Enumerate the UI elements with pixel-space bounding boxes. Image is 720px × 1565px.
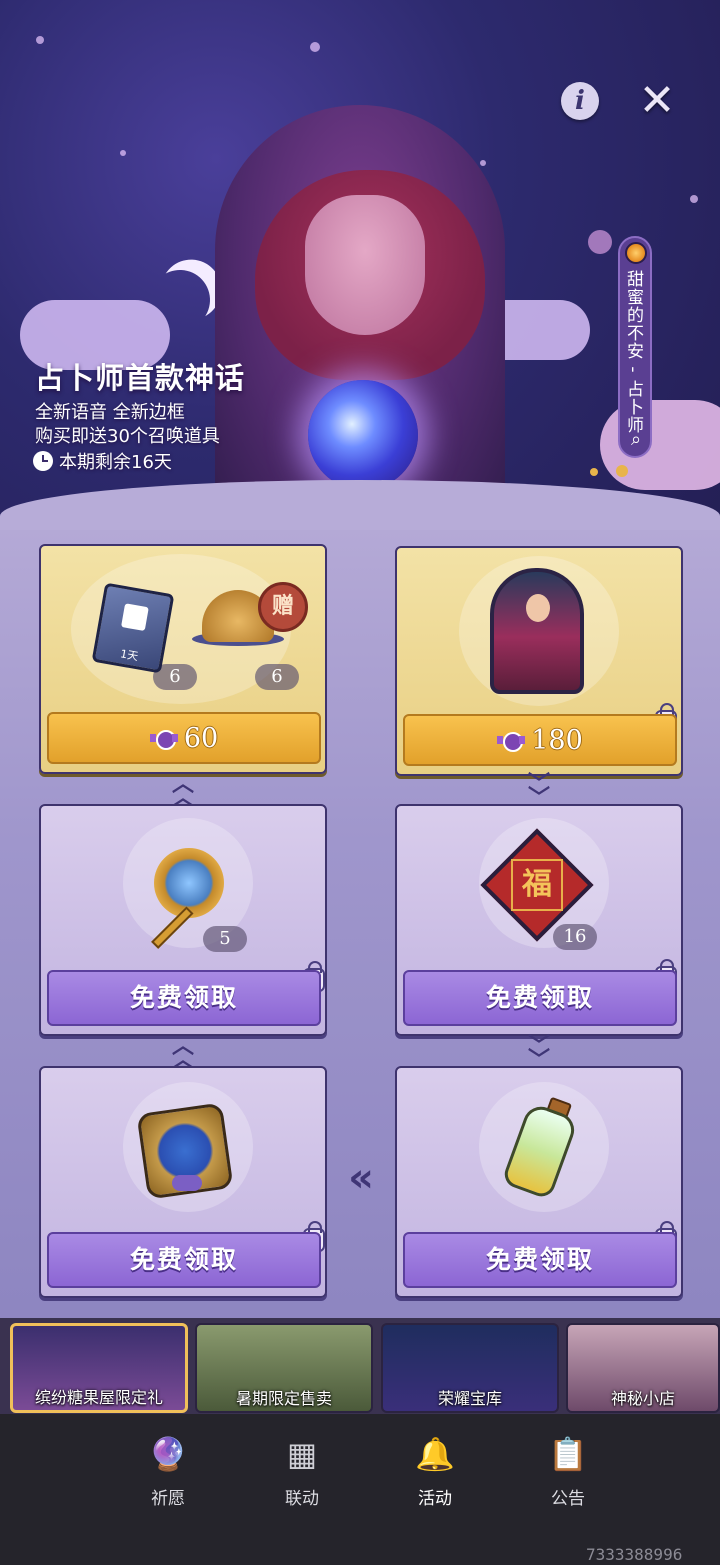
side-tab-skin[interactable]: 甜蜜的不安 - 占卜师 ⌕ [618,236,652,458]
banner-title: 占卜师首款神话 [35,361,246,395]
nav-label: 祈愿 [151,1489,185,1509]
page-indicator-active [616,465,628,477]
remaining-time: 本期剩余16天 [33,448,172,474]
nav-label: 活动 [418,1489,452,1509]
event-tab-glory-vault[interactable]: 荣耀宝库 [381,1323,559,1413]
star-sparkle [480,160,486,166]
buy-button[interactable]: 180 [403,714,677,766]
chevron-down-icon: ﹀ ﹀ [527,1034,550,1073]
collab-icon: ▦ [286,1435,318,1473]
claim-free-button[interactable]: 免费领取 [403,1232,677,1288]
ticket-icon: 1天 [91,582,175,674]
item-count: 16 [553,924,597,950]
fu-character: 福 [511,859,563,911]
claim-free-button[interactable]: 免费领取 [47,1232,321,1288]
nav-notice[interactable]: 📋 公告 [518,1432,618,1509]
star-sparkle [690,195,698,203]
fortune-teller-face [305,195,425,335]
item-count: 6 [255,664,299,690]
portrait-face [526,594,550,622]
info-icon[interactable]: i [561,82,599,120]
event-label: 暑期限定售卖 [235,1389,332,1408]
orb-dot-icon [625,242,647,264]
remaining-time-label: 本期剩余16天 [59,452,172,473]
watermark: 7333388996 [586,1545,683,1564]
claim-free-button[interactable]: 免费领取 [47,970,321,1026]
event-tab-mystery-shop[interactable]: 神秘小店 [566,1323,720,1413]
clock-icon [33,451,53,471]
chevron-down-icon: ﹀ ﹀ [527,772,550,811]
star-sparkle [310,42,320,52]
ticket-duration: 1天 [119,647,140,664]
claim-free-button[interactable]: 免费领取 [403,970,677,1026]
item-count: 5 [203,926,247,952]
nav-label: 公告 [551,1489,585,1509]
close-icon[interactable]: ✕ [636,79,678,123]
event-label: 缤纷糖果屋限定礼 [34,1388,163,1407]
star-sparkle [120,150,126,156]
nav-collab[interactable]: ▦ 联动 [252,1432,352,1509]
side-tab-label: 甜蜜的不安 - 占卜师 [623,270,643,434]
key-icon [154,848,224,918]
hero-banner: i ✕ 甜蜜的不安 - 占卜师 ⌕ 占卜师首款神话 全新语音 全新边框 购买即送… [0,0,720,530]
nav-wish[interactable]: 🔮 祈愿 [118,1432,218,1509]
event-label: 神秘小店 [610,1389,675,1408]
crystal-ball-icon: 🔮 [148,1435,188,1473]
magnifier-icon[interactable]: ⌕ [624,428,648,452]
price-label: 180 [531,724,583,756]
bow-icon [172,1175,202,1191]
notice-icon: 📋 [548,1435,588,1473]
event-tab-candy-house[interactable]: 缤纷糖果屋限定礼 [10,1323,188,1413]
event-tab-summer-sale[interactable]: 暑期限定售卖 [195,1323,373,1413]
gift-badge: 赠 [258,582,308,632]
candy-icon [497,729,526,752]
star-sparkle [588,230,612,254]
price-label: 60 [183,722,219,754]
crystal-orb [308,380,418,490]
chevron-left-icon: « [348,1155,374,1201]
banner-subtitle: 购买即送30个召唤道具 [35,426,220,447]
chevron-up-icon: ︿ ︿ [171,1034,194,1073]
page-indicator [590,468,598,476]
ticket-card-icon [121,603,149,632]
pack-card-1[interactable]: 6 6 60 [39,544,327,774]
chevron-up-icon: ︿ ︿ [171,772,194,811]
candy-icon [149,727,178,750]
banner-edge [0,480,720,530]
nav-events[interactable]: 🔔 活动 [385,1432,485,1509]
event-label: 荣耀宝库 [437,1389,502,1408]
buy-button[interactable]: 60 [47,712,321,764]
skin-portrait-icon [490,568,584,694]
banner-subtitle: 全新语音 全新边框 [35,402,185,423]
bell-icon: 🔔 [415,1435,455,1473]
nav-label: 联动 [285,1489,319,1509]
star-sparkle [36,36,44,44]
